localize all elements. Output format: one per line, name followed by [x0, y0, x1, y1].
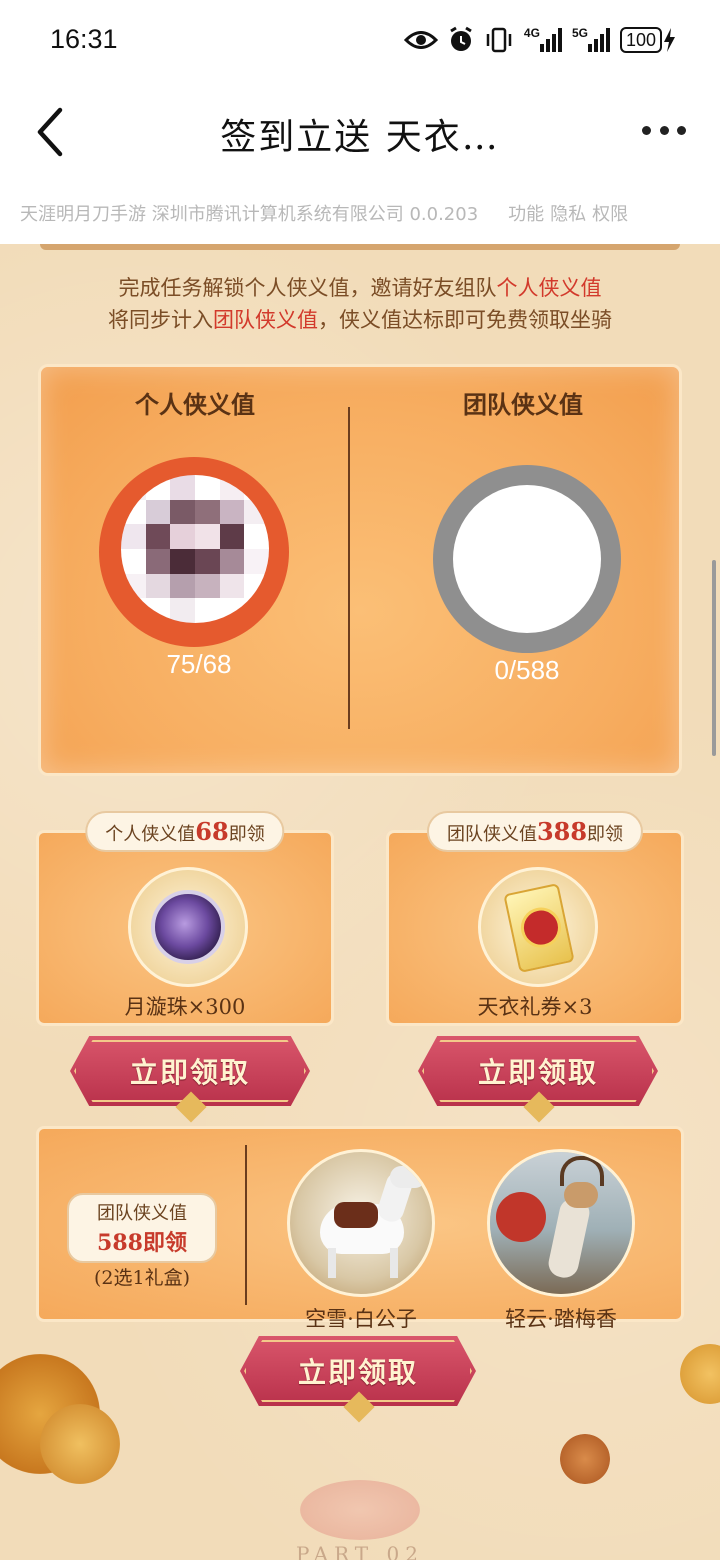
nav-bar: 签到立送 天衣…: [0, 82, 720, 182]
team-progress-ring: [433, 465, 621, 653]
reward-card-personal: 个人侠义值68即领 月漩珠×300: [36, 811, 334, 1026]
team-value-label: 团队侠义值: [463, 390, 583, 419]
chevron-left-icon: [37, 107, 63, 157]
app-info-bar: 天涯明月刀手游 深圳市腾讯计算机系统有限公司 0.0.203 功能 隐私 权限: [0, 182, 720, 244]
info-links: 功能 隐私 权限: [508, 200, 628, 226]
personal-progress-ring: [99, 457, 289, 647]
autumn-leaves-decoration: [40, 1404, 120, 1484]
link-privacy[interactable]: 隐私: [550, 200, 586, 226]
more-button[interactable]: [642, 118, 686, 142]
intro-line-2: 将同步计入团队侠义值，侠义值达标即可免费领取坐骑: [108, 308, 612, 332]
reward-tag-team: 团队侠义值388即领: [426, 811, 644, 852]
personal-progress-value: 75/68: [166, 649, 232, 679]
signal-4g-icon: 4G: [524, 25, 562, 55]
page-title: 签到立送 天衣…: [220, 117, 500, 158]
team-progress-value: 0/588: [494, 655, 560, 685]
reward-tag-personal: 个人侠义值68即领: [85, 811, 285, 852]
link-permission[interactable]: 权限: [592, 200, 628, 226]
deer-mount-icon[interactable]: [487, 1149, 635, 1297]
reward-name-personal: 月漩珠×300: [124, 995, 246, 1019]
more-dots-icon: [642, 125, 651, 135]
scrollbar[interactable]: [712, 560, 716, 756]
status-icons: 4G 5G 100: [403, 24, 676, 56]
mount-tag: 团队侠义值 588即领: [67, 1193, 217, 1263]
back-button[interactable]: [30, 104, 74, 160]
white-horse-icon[interactable]: [287, 1149, 435, 1297]
mount-name-horse: 空雪·白公子: [305, 1307, 417, 1331]
progress-panel: 个人侠义值 团队侠义值 75/68 0/588: [38, 364, 682, 776]
reward-name-team: 天衣礼券×3: [477, 995, 593, 1019]
moon-orb-icon: [128, 867, 248, 987]
ginkgo-leaf-decoration: [680, 1344, 720, 1404]
maple-leaf-decoration: [560, 1434, 610, 1484]
battery-level: 100: [619, 27, 662, 53]
panel-divider: [348, 407, 350, 729]
battery-icon: 100: [619, 25, 676, 55]
link-function[interactable]: 功能: [508, 200, 544, 226]
pattern-decoration: [300, 1480, 420, 1540]
gift-ticket-icon: [478, 867, 598, 987]
mount-divider: [245, 1145, 247, 1305]
event-content: 完成任务解锁个人侠义值，邀请好友组队个人侠义值 将同步计入团队侠义值，侠义值达标…: [0, 244, 720, 1560]
intro-text: 完成任务解锁个人侠义值，邀请好友组队个人侠义值 将同步计入团队侠义值，侠义值达标…: [0, 272, 720, 336]
status-time: 16:31: [50, 24, 118, 54]
reward-card-team: 团队侠义值388即领 天衣礼券×3: [386, 811, 684, 1026]
alarm-icon: [448, 25, 474, 55]
personal-value-label: 个人侠义值: [135, 390, 255, 419]
vibrate-icon: [484, 25, 514, 55]
intro-line-1: 完成任务解锁个人侠义值，邀请好友组队个人侠义值: [118, 276, 602, 300]
top-ornament: [40, 244, 680, 250]
section-part-label: PART 02: [296, 1542, 424, 1560]
signal-5g-icon: 5G: [572, 25, 610, 55]
mount-reward-panel: 团队侠义值 588即领 (2选1礼盒) 空雪·白公子 轻云·踏梅香: [36, 1126, 684, 1331]
status-bar: 16:31 4G 5G 100: [0, 0, 720, 82]
mount-name-deer: 轻云·踏梅香: [505, 1307, 617, 1331]
mount-choice-note: (2选1礼盒): [93, 1267, 190, 1289]
eye-icon: [403, 25, 438, 55]
avatar-mosaic: [121, 475, 269, 623]
app-info-text: 天涯明月刀手游 深圳市腾讯计算机系统有限公司 0.0.203: [20, 204, 479, 225]
